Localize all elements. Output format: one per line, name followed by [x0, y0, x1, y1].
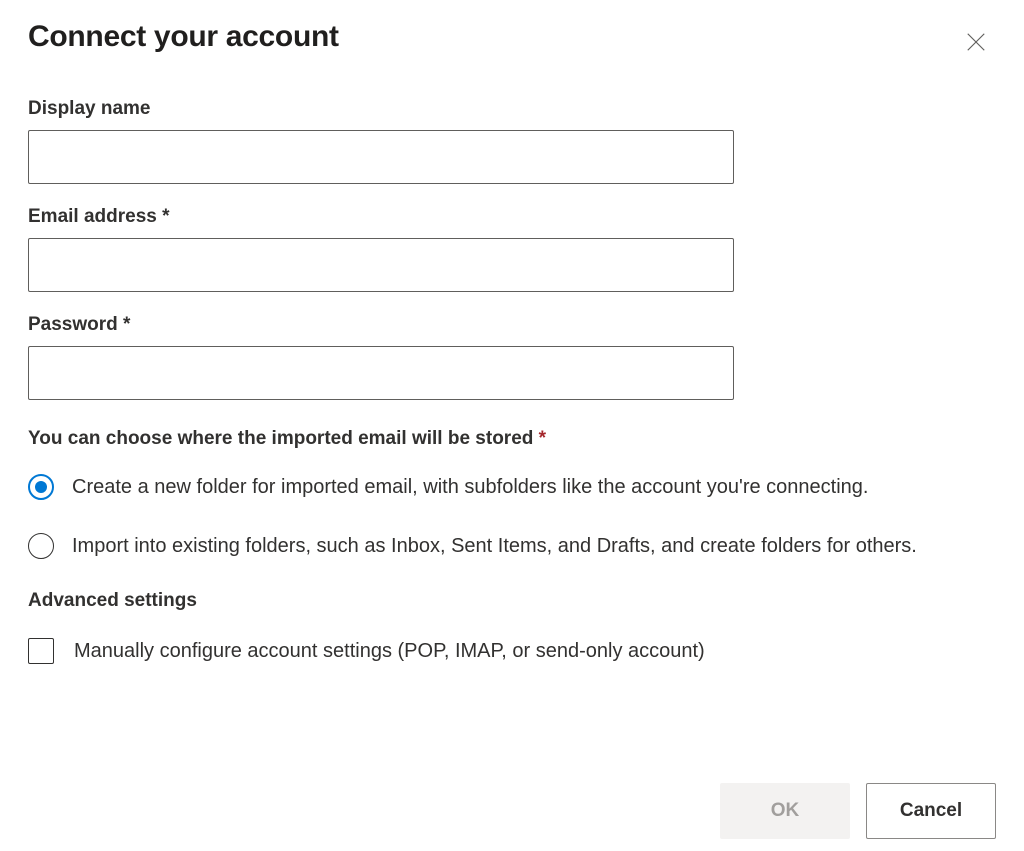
- manual-configure-label: Manually configure account settings (POP…: [74, 640, 705, 663]
- radio-new-folder[interactable]: Create a new folder for imported email, …: [28, 472, 996, 503]
- dialog-button-row: OK Cancel: [720, 783, 996, 839]
- manual-configure-checkbox[interactable]: Manually configure account settings (POP…: [28, 638, 996, 664]
- storage-radio-group: Create a new folder for imported email, …: [28, 472, 996, 562]
- checkbox-unchecked-icon: [28, 638, 54, 664]
- email-field-group: Email address *: [28, 206, 996, 292]
- password-input[interactable]: [28, 346, 734, 400]
- password-field-group: Password *: [28, 314, 996, 400]
- storage-section-label: You can choose where the imported email …: [28, 428, 996, 450]
- display-name-label: Display name: [28, 98, 996, 120]
- radio-existing-folders[interactable]: Import into existing folders, such as In…: [28, 531, 996, 562]
- dialog-header: Connect your account: [28, 20, 996, 58]
- close-icon: [965, 31, 987, 53]
- password-label: Password *: [28, 314, 996, 336]
- required-asterisk: *: [539, 428, 546, 449]
- cancel-button[interactable]: Cancel: [866, 783, 996, 839]
- radio-selected-icon: [28, 474, 54, 500]
- email-input[interactable]: [28, 238, 734, 292]
- display-name-input[interactable]: [28, 130, 734, 184]
- ok-button[interactable]: OK: [720, 783, 850, 839]
- dialog-title: Connect your account: [28, 20, 339, 54]
- radio-unselected-icon: [28, 533, 54, 559]
- close-button[interactable]: [960, 26, 992, 58]
- radio-existing-label: Import into existing folders, such as In…: [72, 531, 917, 562]
- connect-account-dialog: Connect your account Display name Email …: [0, 0, 1024, 851]
- advanced-settings-title: Advanced settings: [28, 590, 996, 612]
- storage-section-text: You can choose where the imported email …: [28, 428, 539, 449]
- display-name-field-group: Display name: [28, 98, 996, 184]
- email-label: Email address *: [28, 206, 996, 228]
- radio-new-folder-label: Create a new folder for imported email, …: [72, 472, 868, 503]
